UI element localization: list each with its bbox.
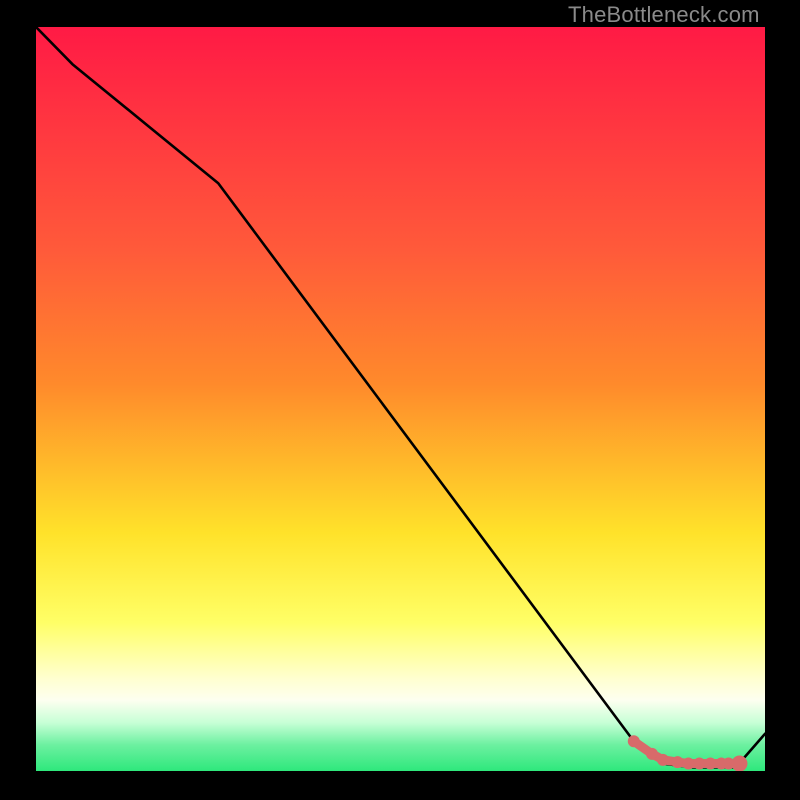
chart-stage: TheBottleneck.com	[0, 0, 800, 800]
series-highlight-points-point	[647, 748, 658, 759]
gradient-background	[36, 27, 765, 771]
series-highlight-points-point	[732, 756, 747, 771]
watermark-text: TheBottleneck.com	[568, 2, 760, 28]
series-highlight-points-point	[628, 736, 639, 747]
series-highlight-points-point	[705, 758, 716, 769]
series-highlight-points-point	[694, 758, 705, 769]
series-highlight-points-point	[657, 754, 668, 765]
series-highlight-points-point	[672, 757, 683, 768]
series-highlight-points-point	[683, 758, 694, 769]
chart-plot	[36, 27, 765, 771]
